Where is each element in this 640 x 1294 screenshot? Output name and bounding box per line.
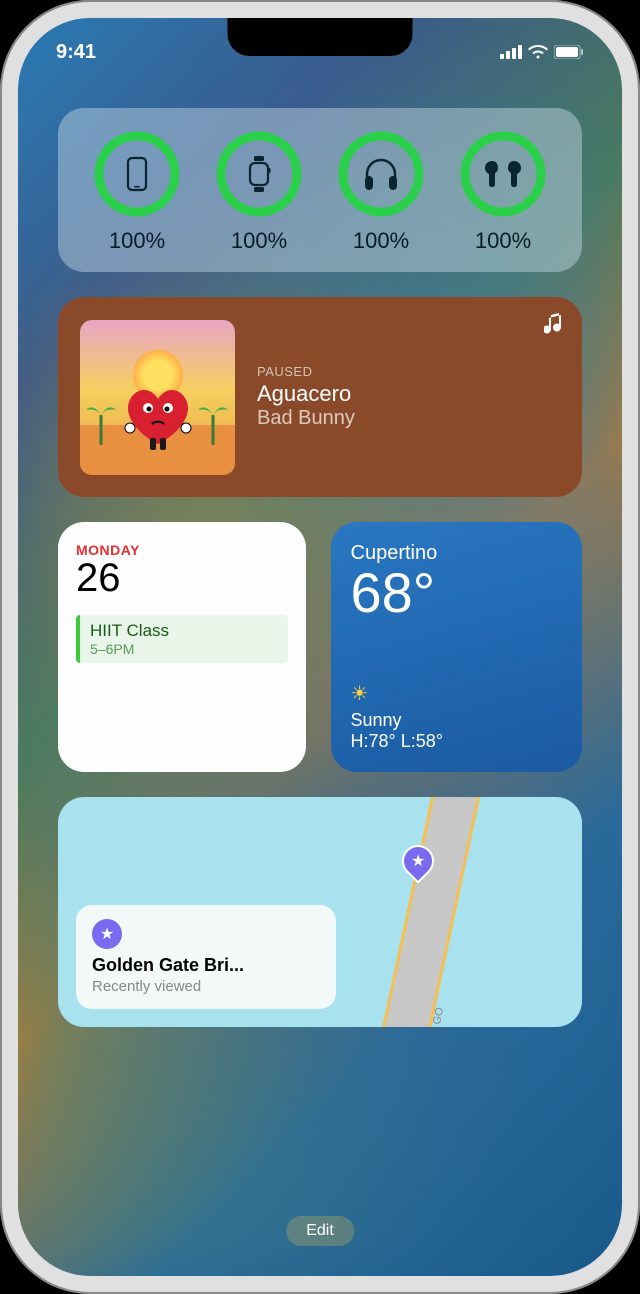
road-label: GO (431, 1006, 446, 1025)
batteries-widget[interactable]: 100% 100% 100% (58, 108, 582, 272)
watch-icon (246, 155, 272, 193)
battery-ring (459, 130, 547, 218)
battery-ring (337, 130, 425, 218)
weather-details: ☀︎ Sunny H:78° L:58° (351, 681, 443, 752)
maps-widget[interactable]: GO ★ Golden Gate Bri... Recently viewed (58, 797, 582, 1027)
calendar-widget[interactable]: MONDAY 26 HIIT Class 5–6PM (58, 522, 306, 772)
music-title: Aguacero (257, 381, 560, 407)
weather-condition: Sunny (351, 710, 443, 731)
weather-temp: 68° (351, 565, 563, 621)
battery-pct: 100% (353, 228, 409, 254)
calendar-event: HIIT Class 5–6PM (76, 615, 288, 663)
battery-ring (93, 130, 181, 218)
battery-pct: 100% (231, 228, 287, 254)
battery-item-airpods: 100% (459, 130, 547, 254)
calendar-event-time: 5–6PM (90, 641, 278, 657)
today-view-content[interactable]: 100% 100% 100% (58, 108, 582, 1216)
calendar-date: 26 (76, 556, 288, 601)
star-icon: ★ (92, 919, 122, 949)
battery-item-phone: 100% (93, 130, 181, 254)
map-card-subtitle: Recently viewed (92, 978, 320, 995)
map-card-title: Golden Gate Bri... (92, 955, 320, 976)
map-road (373, 797, 482, 1027)
sun-icon: ☀︎ (351, 681, 443, 706)
music-artist: Bad Bunny (257, 407, 560, 430)
battery-ring (215, 130, 303, 218)
map-card[interactable]: ★ Golden Gate Bri... Recently viewed (76, 905, 336, 1009)
album-art (80, 320, 235, 475)
music-info: PAUSED Aguacero Bad Bunny (257, 364, 560, 430)
device-frame: 9:41 100% (0, 0, 640, 1294)
battery-pct: 100% (475, 228, 531, 254)
status-icons (500, 45, 584, 59)
widget-row: MONDAY 26 HIIT Class 5–6PM Cupertino 68°… (58, 522, 582, 772)
status-time: 9:41 (56, 41, 96, 64)
notch (228, 18, 413, 56)
battery-icon (554, 45, 584, 59)
battery-pct: 100% (109, 228, 165, 254)
headphones-icon (362, 156, 400, 192)
weather-hilo: H:78° L:58° (351, 731, 443, 752)
calendar-event-title: HIIT Class (90, 621, 278, 641)
weather-widget[interactable]: Cupertino 68° ☀︎ Sunny H:78° L:58° (331, 522, 583, 772)
battery-item-headphones: 100% (337, 130, 425, 254)
cellular-icon (500, 45, 522, 59)
wifi-icon (528, 45, 548, 59)
airpods-icon (483, 158, 523, 190)
home-screen: 9:41 100% (18, 18, 622, 1276)
edit-button[interactable]: Edit (286, 1216, 354, 1246)
battery-item-watch: 100% (215, 130, 303, 254)
music-widget[interactable]: PAUSED Aguacero Bad Bunny (58, 297, 582, 497)
music-note-icon (544, 313, 564, 337)
music-status: PAUSED (257, 364, 560, 379)
phone-icon (126, 156, 148, 192)
